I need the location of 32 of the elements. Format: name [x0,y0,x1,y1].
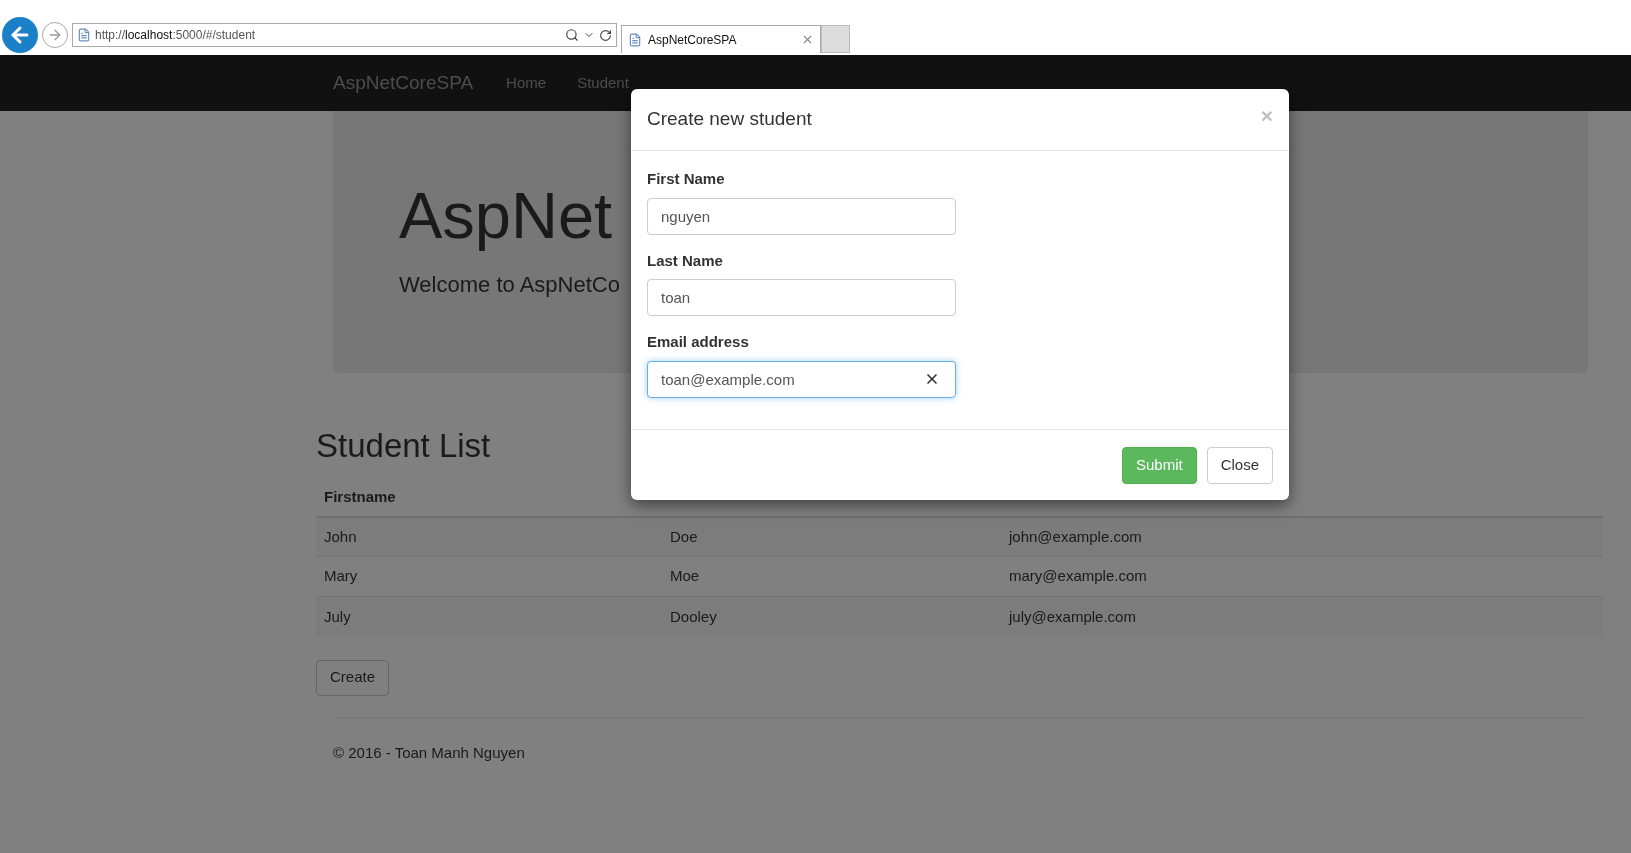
section-heading: Student List [316,426,491,466]
table-cell: john@example.com [1001,516,1603,557]
search-icon[interactable] [565,28,579,42]
table-cell: july@example.com [1001,596,1603,637]
close-dialog-button[interactable]: Close [1206,446,1273,484]
url-text: http://localhost:5000/#/student [95,27,257,44]
field-label: Last Name [647,250,724,271]
field-label: Email address [647,332,750,352]
footer-text: © 2016 - Toan Manh Nguyen [333,743,525,761]
page-icon [77,28,91,42]
refresh-icon[interactable] [599,28,612,42]
table-cell: John [316,516,662,557]
close-tab-icon[interactable] [801,33,814,46]
input-field[interactable]: toan [647,279,956,316]
page-icon [628,32,642,47]
table-cell: mary@example.com [1001,556,1603,597]
table-cell: Dooley [662,596,1001,637]
table-cell: Mary [316,556,662,597]
address-bar[interactable]: http://localhost:5000/#/student [72,23,617,47]
table-cell: July [316,596,662,637]
input-field[interactable]: nguyen [647,197,956,235]
table-cell: Doe [662,516,1001,557]
browser-tab[interactable]: AspNetCoreSPA [621,25,821,53]
column-header: Firstname [316,479,662,517]
create-button[interactable]: Create [316,659,390,696]
back-button[interactable] [2,17,38,53]
jumbotron-subtitle: Welcome to AspNetCo [399,271,620,299]
field-label: First Name [647,169,726,189]
table-cell: Moe [662,556,1001,597]
input-field[interactable]: toan@example.com [647,360,956,398]
modal-title: Create new student [647,107,812,132]
forward-arrow-icon [47,27,63,43]
